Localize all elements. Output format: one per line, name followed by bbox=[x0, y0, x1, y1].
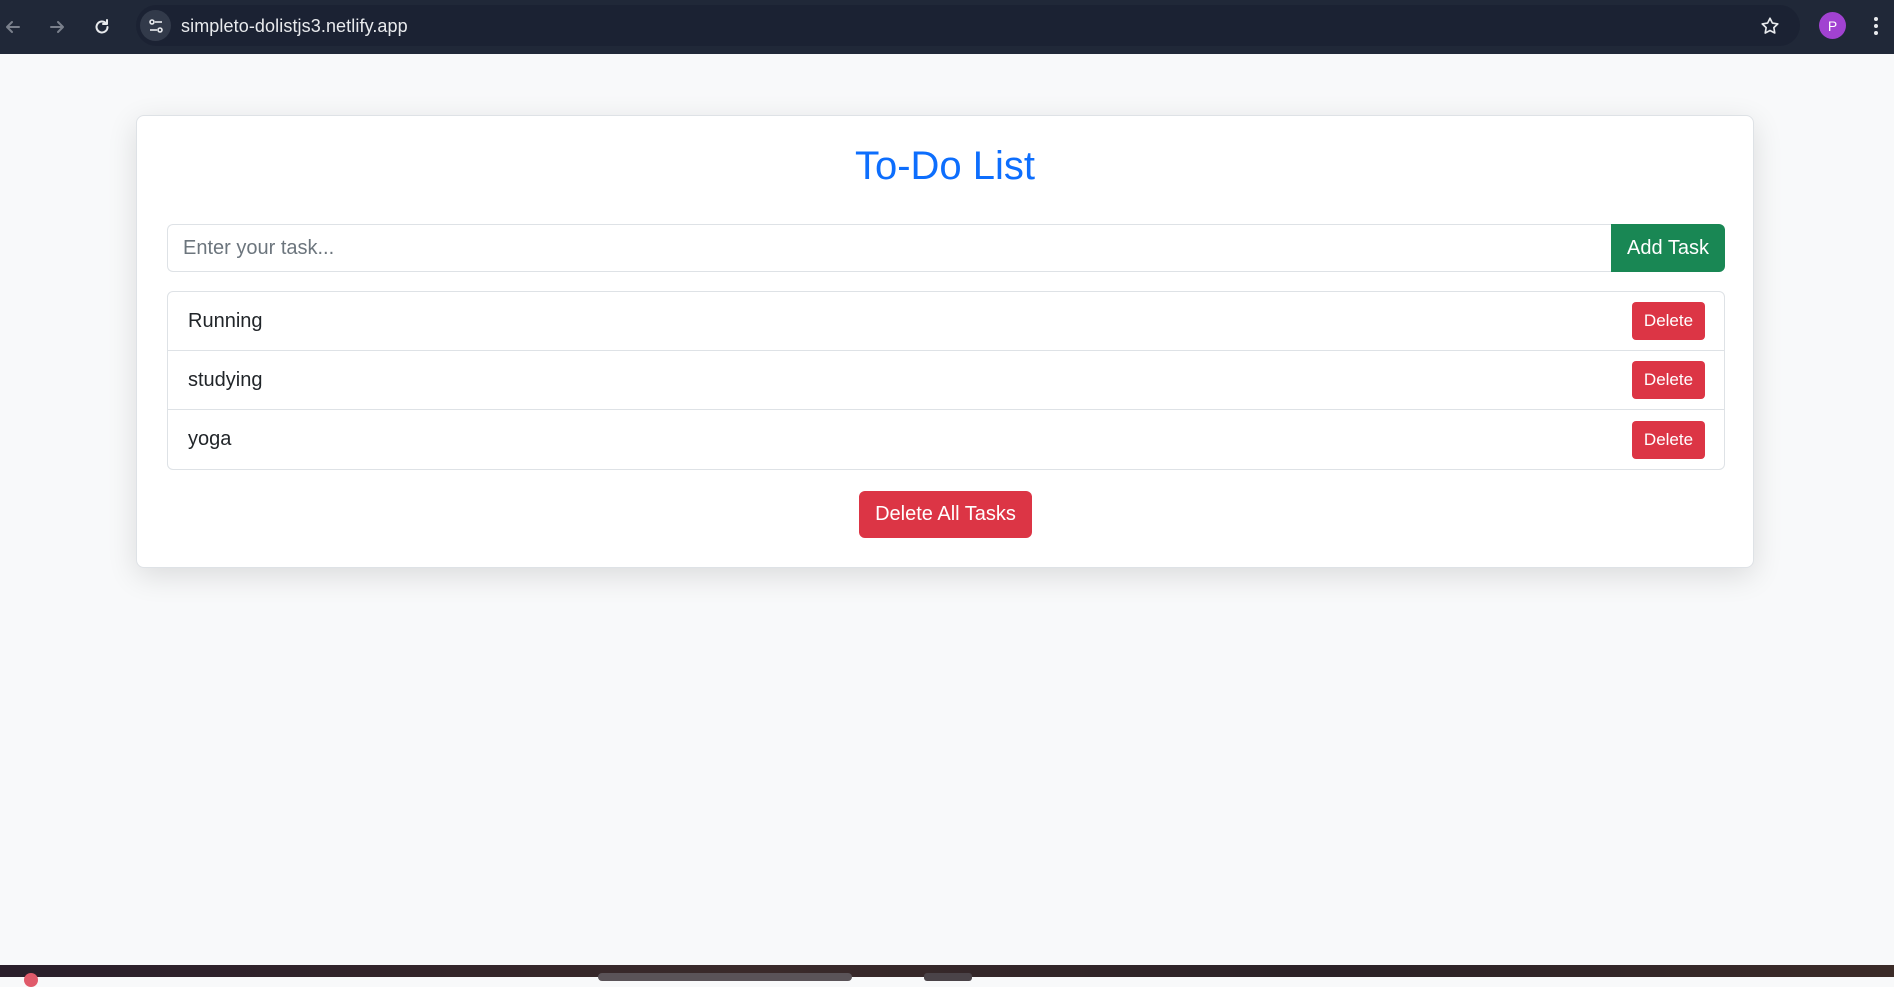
reload-icon bbox=[95, 19, 109, 34]
address-bar[interactable]: simpleto-dolistjs3.netlify.app bbox=[136, 5, 1800, 46]
arrow-left-icon bbox=[6, 21, 20, 33]
task-item: studying Delete bbox=[168, 351, 1724, 410]
delete-task-button[interactable]: Delete bbox=[1632, 361, 1705, 399]
taskbar-app-icon[interactable] bbox=[924, 973, 972, 981]
task-list: Running Delete studying Delete yoga Dele… bbox=[167, 291, 1725, 470]
site-info-button[interactable] bbox=[140, 10, 171, 41]
task-text: yoga bbox=[188, 428, 232, 450]
os-taskbar bbox=[0, 965, 1894, 987]
task-item: Running Delete bbox=[168, 292, 1724, 351]
browser-toolbar: simpleto-dolistjs3.netlify.app P bbox=[0, 0, 1894, 54]
task-input[interactable] bbox=[167, 224, 1611, 272]
taskbar-app-icon[interactable] bbox=[24, 973, 38, 987]
reload-button[interactable] bbox=[85, 10, 119, 44]
task-input-group: Add Task bbox=[167, 224, 1725, 272]
kebab-menu-icon[interactable] bbox=[1866, 12, 1886, 40]
bookmark-button[interactable] bbox=[1758, 14, 1782, 38]
task-text: Running bbox=[188, 309, 263, 332]
task-text: studying bbox=[188, 368, 263, 391]
star-icon bbox=[1761, 17, 1779, 34]
delete-task-button[interactable]: Delete bbox=[1632, 302, 1705, 340]
url-text[interactable]: simpleto-dolistjs3.netlify.app bbox=[181, 16, 408, 37]
profile-avatar[interactable]: P bbox=[1819, 12, 1846, 39]
todo-card: To-Do List Add Task Running Delete study… bbox=[136, 115, 1754, 568]
tune-icon bbox=[148, 18, 163, 33]
arrow-right-icon bbox=[50, 21, 64, 33]
delete-all-tasks-button[interactable]: Delete All Tasks bbox=[859, 491, 1032, 538]
back-button[interactable] bbox=[0, 10, 30, 44]
page-title: To-Do List bbox=[854, 144, 1036, 188]
delete-task-button[interactable]: Delete bbox=[1632, 420, 1705, 459]
forward-button[interactable] bbox=[40, 10, 74, 44]
task-item: yoga Delete bbox=[168, 410, 1724, 469]
add-task-button[interactable]: Add Task bbox=[1611, 224, 1725, 272]
taskbar-search[interactable] bbox=[598, 973, 852, 981]
